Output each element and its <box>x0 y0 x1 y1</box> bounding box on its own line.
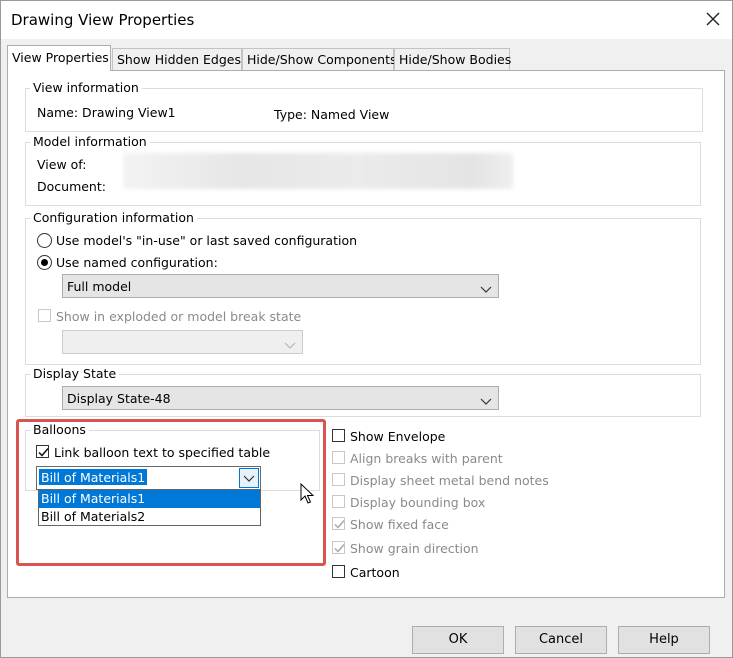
checkmark-icon <box>334 520 345 529</box>
chevron-down-icon <box>284 338 296 353</box>
bounding-box-checkbox[interactable] <box>332 495 345 508</box>
fixed-face-label: Show fixed face <box>350 517 449 532</box>
tab-show-hidden-edges[interactable]: Show Hidden Edges <box>112 48 242 70</box>
model-information-title: Model information <box>33 134 147 149</box>
radio-in-use-label: Use model's "in-use" or last saved confi… <box>56 233 358 248</box>
display-state-select[interactable]: Display State-48 <box>62 386 499 410</box>
dropdown-option[interactable]: Bill of Materials1 <box>39 490 260 508</box>
show-exploded-checkbox[interactable] <box>38 309 51 322</box>
view-type-label: Type: Named View <box>274 107 390 122</box>
grain-direction-checkbox[interactable] <box>332 541 345 554</box>
sheet-metal-notes-label: Display sheet metal bend notes <box>350 473 549 488</box>
chevron-down-icon <box>480 282 492 297</box>
radio-named-config[interactable] <box>37 255 52 270</box>
checkmark-icon <box>334 544 345 553</box>
named-configuration-select[interactable]: Full model <box>62 274 499 298</box>
configuration-information-title: Configuration information <box>33 210 194 225</box>
ok-button[interactable]: OK <box>412 626 504 654</box>
view-name-label: Name: Drawing View1 <box>37 105 176 120</box>
dialog-window: Drawing View Properties View Properties … <box>0 0 733 658</box>
dropdown-option[interactable]: Bill of Materials2 <box>39 508 260 526</box>
named-configuration-value: Full model <box>67 279 132 294</box>
tab-view-properties[interactable]: View Properties <box>7 45 111 71</box>
view-information-title: View information <box>33 80 139 95</box>
align-breaks-label: Align breaks with parent <box>350 451 503 466</box>
close-icon[interactable] <box>701 7 725 31</box>
bounding-box-label: Display bounding box <box>350 495 486 510</box>
cancel-button[interactable]: Cancel <box>515 626 607 654</box>
align-breaks-checkbox[interactable] <box>332 451 345 464</box>
cartoon-label: Cartoon <box>350 565 400 580</box>
exploded-state-select[interactable] <box>62 330 303 354</box>
help-button[interactable]: Help <box>618 626 710 654</box>
title-bar: Drawing View Properties <box>1 1 732 39</box>
radio-named-label: Use named configuration: <box>56 255 218 270</box>
view-of-label: View of: <box>37 157 87 172</box>
display-state-value: Display State-48 <box>67 391 171 406</box>
cartoon-checkbox[interactable] <box>332 565 345 578</box>
tab-hide-show-components[interactable]: Hide/Show Components <box>242 48 397 70</box>
show-envelope-label: Show Envelope <box>350 429 446 444</box>
mouse-cursor-icon <box>300 482 316 508</box>
tab-hide-show-bodies[interactable]: Hide/Show Bodies <box>394 48 511 70</box>
grain-direction-label: Show grain direction <box>350 541 479 556</box>
sheet-metal-notes-checkbox[interactable] <box>332 473 345 486</box>
window-title: Drawing View Properties <box>11 11 195 29</box>
display-state-title: Display State <box>33 366 117 381</box>
redacted-model-path <box>123 153 513 189</box>
show-exploded-label: Show in exploded or model break state <box>56 309 302 324</box>
show-envelope-checkbox[interactable] <box>332 429 345 442</box>
fixed-face-checkbox[interactable] <box>332 517 345 530</box>
radio-in-use-config[interactable] <box>37 233 52 248</box>
balloon-table-dropdown: Bill of Materials1 Bill of Materials2 <box>38 489 261 526</box>
chevron-down-icon <box>480 394 492 409</box>
document-label: Document: <box>37 179 106 194</box>
